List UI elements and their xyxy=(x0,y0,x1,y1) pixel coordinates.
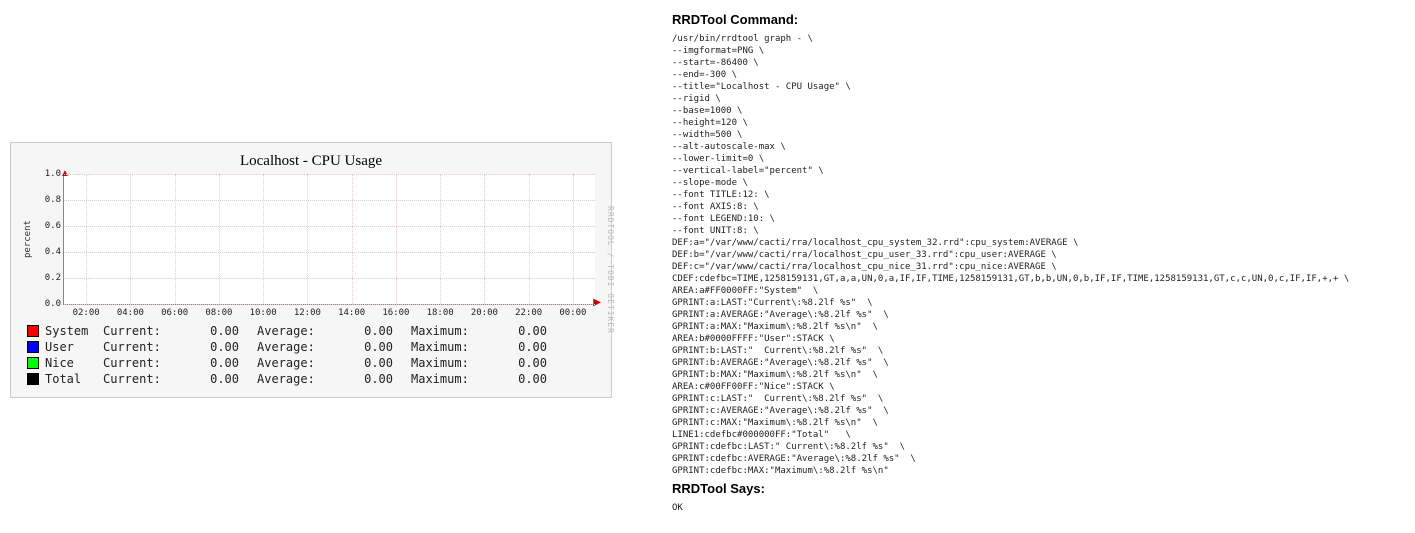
stat-label: Current: xyxy=(103,339,181,355)
stat-label: Current: xyxy=(103,355,181,371)
stat-value: 0.00 xyxy=(335,371,393,387)
rrdtool-command-text: /usr/bin/rrdtool graph - \ --imgformat=P… xyxy=(672,33,1392,477)
rrdtool-command-heading: RRDTool Command: xyxy=(672,12,1392,27)
chart-legend: SystemCurrent:0.00Average:0.00Maximum:0.… xyxy=(27,323,601,387)
stat-value: 0.00 xyxy=(181,323,239,339)
stat-value: 0.00 xyxy=(489,323,547,339)
x-tick: 06:00 xyxy=(161,308,188,318)
y-tick: 1.0 xyxy=(35,169,61,179)
legend-label: System xyxy=(45,323,103,339)
stat-value: 0.00 xyxy=(181,371,239,387)
y-tick: 0.0 xyxy=(35,299,61,309)
y-tick: 0.6 xyxy=(35,221,61,231)
stat-value: 0.00 xyxy=(489,339,547,355)
stat-label: Average: xyxy=(257,371,335,387)
legend-swatch xyxy=(27,341,39,353)
x-tick: 00:00 xyxy=(559,308,586,318)
y-tick: 0.4 xyxy=(35,247,61,257)
legend-swatch xyxy=(27,357,39,369)
stat-label: Maximum: xyxy=(411,371,489,387)
x-tick: 04:00 xyxy=(117,308,144,318)
stat-value: 0.00 xyxy=(181,355,239,371)
x-tick: 14:00 xyxy=(338,308,365,318)
legend-label: User xyxy=(45,339,103,355)
stat-value: 0.00 xyxy=(181,339,239,355)
stat-label: Average: xyxy=(257,339,335,355)
x-tick: 08:00 xyxy=(205,308,232,318)
stat-label: Maximum: xyxy=(411,323,489,339)
legend-row: TotalCurrent:0.00Average:0.00Maximum:0.0… xyxy=(27,371,601,387)
rrd-graph: Localhost - CPU Usage percent 0.0 0.2 0.4 0… xyxy=(10,142,612,398)
x-tick: 10:00 xyxy=(250,308,277,318)
x-tick: 16:00 xyxy=(382,308,409,318)
stat-value: 0.00 xyxy=(335,339,393,355)
y-tick: 0.8 xyxy=(35,195,61,205)
stat-value: 0.00 xyxy=(489,371,547,387)
watermark: RRDTOOL / TOBI OETIKER xyxy=(606,153,615,387)
x-tick: 20:00 xyxy=(471,308,498,318)
legend-row: UserCurrent:0.00Average:0.00Maximum:0.00 xyxy=(27,339,601,355)
x-tick: 12:00 xyxy=(294,308,321,318)
plot-area: ▲ ▶ 02:0004:0006:0008:0010:0012:0014:001… xyxy=(63,174,595,305)
x-tick: 18:00 xyxy=(427,308,454,318)
stat-label: Current: xyxy=(103,371,181,387)
chart-title: Localhost - CPU Usage xyxy=(21,153,601,170)
legend-row: SystemCurrent:0.00Average:0.00Maximum:0.… xyxy=(27,323,601,339)
y-tick: 0.2 xyxy=(35,273,61,283)
stat-label: Current: xyxy=(103,323,181,339)
stat-label: Average: xyxy=(257,323,335,339)
stat-value: 0.00 xyxy=(335,355,393,371)
stat-label: Maximum: xyxy=(411,355,489,371)
legend-label: Total xyxy=(45,371,103,387)
stat-value: 0.00 xyxy=(489,355,547,371)
legend-swatch xyxy=(27,373,39,385)
x-tick: 02:00 xyxy=(73,308,100,318)
x-arrow-icon: ▶ xyxy=(593,297,601,308)
right-column: RRDTool Command: /usr/bin/rrdtool graph … xyxy=(672,8,1392,514)
x-tick: 22:00 xyxy=(515,308,542,318)
y-axis-label: percent xyxy=(21,174,35,305)
rrdtool-says-text: OK xyxy=(672,502,1392,514)
legend-label: Nice xyxy=(45,355,103,371)
stat-value: 0.00 xyxy=(335,323,393,339)
legend-row: NiceCurrent:0.00Average:0.00Maximum:0.00 xyxy=(27,355,601,371)
stat-label: Average: xyxy=(257,355,335,371)
rrdtool-says-heading: RRDTool Says: xyxy=(672,481,1392,496)
legend-swatch xyxy=(27,325,39,337)
stat-label: Maximum: xyxy=(411,339,489,355)
